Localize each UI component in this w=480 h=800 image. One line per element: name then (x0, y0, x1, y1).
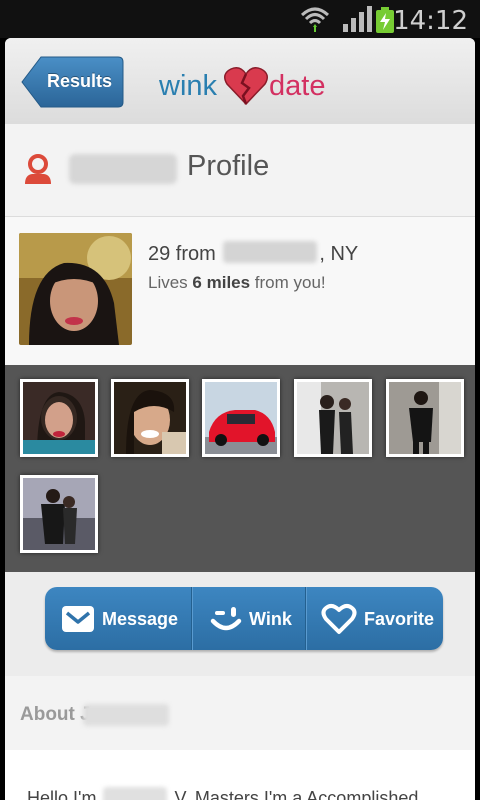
results-back-button[interactable]: Results (21, 56, 124, 108)
bio-prefix: Hello I'm (27, 788, 97, 800)
profile-title: Profile (187, 150, 270, 182)
distance-text: Lives 6 miles from you! (148, 273, 326, 293)
favorite-label: Favorite (364, 609, 435, 629)
actions-row: Message Wink Favorite (5, 572, 475, 676)
avatar[interactable] (19, 233, 132, 345)
logo-date-text: date (269, 70, 326, 102)
profile-info: 29 from , NY Lives 6 miles from you! (5, 217, 475, 365)
distance-suffix: from you! (250, 273, 326, 292)
signal-icon (343, 6, 372, 32)
action-button-group: Message Wink Favorite (45, 587, 443, 650)
gallery-photo-4[interactable] (294, 379, 372, 457)
wink-date-logo: wink date (159, 64, 339, 106)
state-text: , NY (319, 243, 359, 265)
blurred-city (223, 241, 318, 263)
heart-icon (321, 603, 357, 634)
person-pin-icon (25, 154, 51, 184)
envelope-icon (62, 606, 94, 632)
distance-prefix: Lives (148, 273, 193, 292)
gallery-photo-6[interactable] (20, 475, 98, 553)
wifi-icon (300, 7, 330, 32)
photo-gallery (5, 365, 475, 572)
status-bar: 14:12 (0, 0, 480, 38)
wink-label: Wink (249, 609, 292, 629)
message-label: Message (102, 609, 179, 629)
age-text: 29 from (148, 243, 216, 265)
gallery-photo-5[interactable] (386, 379, 464, 457)
age-location: 29 from , NY (148, 241, 358, 266)
profile-title-row: Profile (5, 124, 475, 217)
gallery-photo-2[interactable] (111, 379, 189, 457)
gallery-photo-3[interactable] (202, 379, 280, 457)
about-label: About J (20, 704, 91, 725)
about-section-header: About J (5, 676, 475, 751)
app-screen: Results wink date Profile 29 from , NY L… (5, 38, 475, 800)
blurred-username (103, 787, 168, 800)
bio-suffix: V. Masters I'm a Accomplished, (174, 788, 424, 800)
broken-heart-logo-icon (224, 67, 268, 106)
message-button[interactable]: Message (45, 587, 191, 650)
blurred-username (69, 154, 177, 184)
logo-wink-text: wink (159, 70, 218, 102)
wink-button[interactable]: Wink (193, 587, 305, 650)
clock: 14:12 (393, 6, 468, 36)
gallery-photo-1[interactable] (20, 379, 98, 457)
bio-section: Hello I'm V. Masters I'm a Accomplished, (5, 750, 475, 800)
results-back-label: Results (47, 71, 113, 91)
distance-value: 6 miles (192, 273, 251, 292)
battery-charging-icon (376, 7, 394, 33)
favorite-button[interactable]: Favorite (307, 587, 443, 650)
wink-face-icon (210, 607, 242, 631)
app-header: Results wink date (5, 38, 475, 125)
blurred-username (83, 704, 169, 726)
bio-text: Hello I'm V. Masters I'm a Accomplished, (27, 787, 423, 800)
